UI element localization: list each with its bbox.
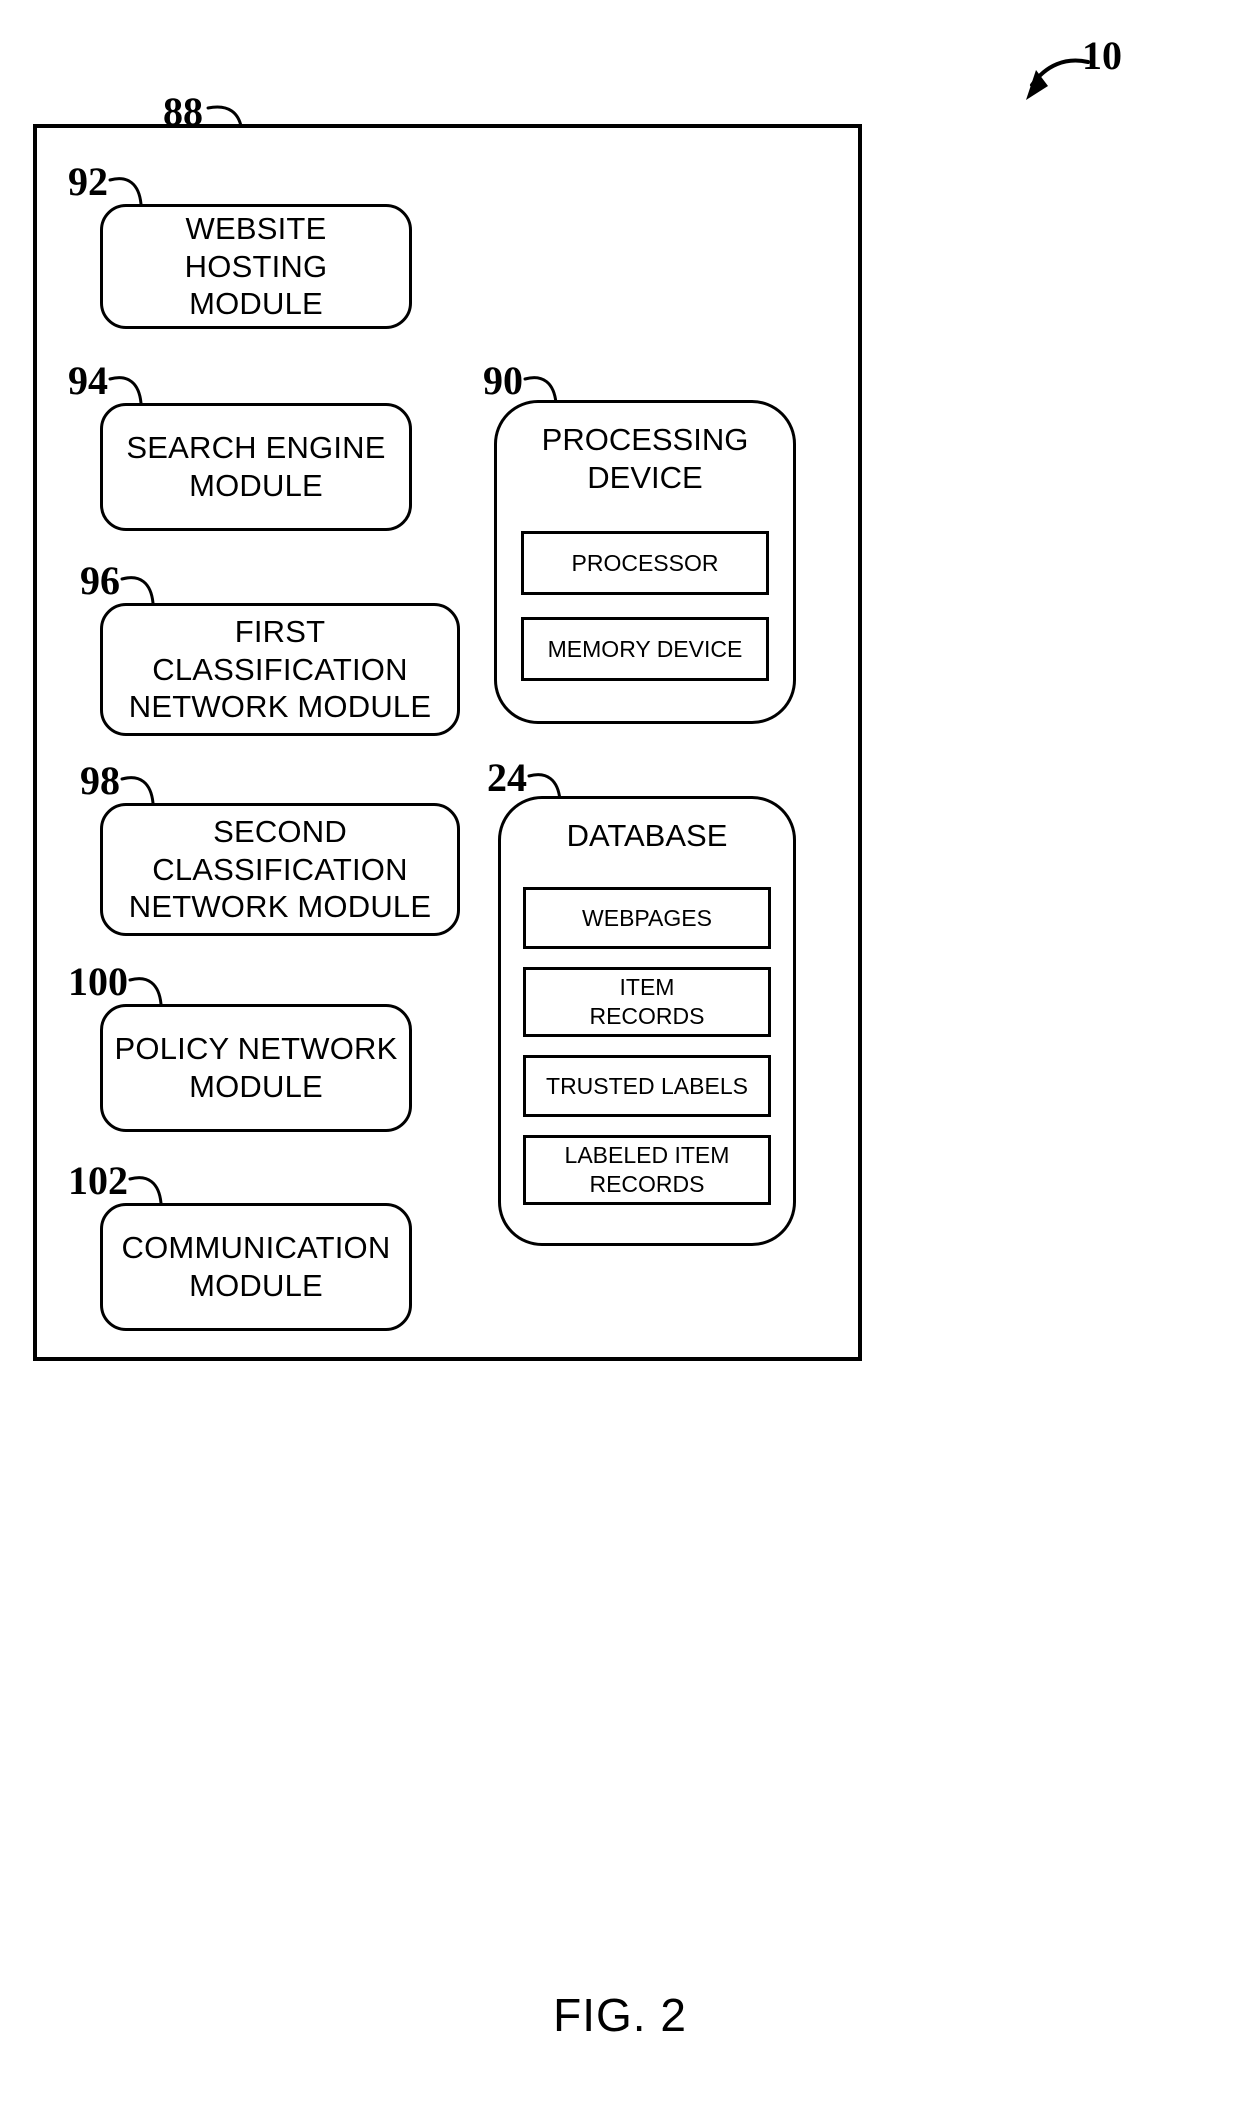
item-label: LABELED ITEM RECORDS [564, 1142, 730, 1197]
module-processing-device[interactable]: PROCESSING DEVICE PROCESSOR MEMORY DEVIC… [494, 400, 796, 724]
system-leader-arrow [960, 40, 1090, 110]
item-label: WEBPAGES [582, 904, 712, 931]
item-label: ITEM RECORDS [589, 974, 705, 1029]
database-title: DATABASE [566, 818, 728, 853]
processing-device-item-list: PROCESSOR MEMORY DEVICE [497, 531, 793, 681]
module-search-engine[interactable]: SEARCH ENGINE MODULE [100, 403, 412, 531]
module-label: POLICY NETWORK MODULE [114, 1031, 398, 1104]
reference-numeral-92: 92 [68, 159, 108, 204]
processing-device-title: PROCESSING DEVICE [541, 422, 749, 495]
module-second-classification-network[interactable]: SECOND CLASSIFICATION NETWORK MODULE [100, 803, 460, 936]
patent-figure-page: 10 88 92 WEBSITE HOSTING MODULE 94 SEARC… [0, 0, 1240, 2107]
figure-caption: FIG. 2 [553, 1989, 687, 2041]
module-label: COMMUNICATION MODULE [121, 1230, 391, 1303]
reference-numeral-system: 10 [1082, 33, 1122, 78]
module-communication[interactable]: COMMUNICATION MODULE [100, 1203, 412, 1331]
item-label: TRUSTED LABELS [546, 1072, 748, 1099]
reference-numeral-24: 24 [487, 755, 527, 800]
reference-numeral-100: 100 [68, 959, 128, 1004]
module-label: FIRST CLASSIFICATION NETWORK MODULE [128, 613, 432, 725]
processing-device-item-memory-device[interactable]: MEMORY DEVICE [521, 617, 769, 681]
database-item-trusted-labels[interactable]: TRUSTED LABELS [523, 1055, 771, 1117]
database-item-webpages[interactable]: WEBPAGES [523, 887, 771, 949]
reference-numeral-98: 98 [80, 758, 120, 803]
reference-numeral-94: 94 [68, 358, 108, 403]
reference-numeral-96: 96 [80, 558, 120, 603]
database-item-item-records[interactable]: ITEM RECORDS [523, 967, 771, 1037]
module-website-hosting[interactable]: WEBSITE HOSTING MODULE [100, 204, 412, 329]
module-policy-network[interactable]: POLICY NETWORK MODULE [100, 1004, 412, 1132]
item-label: MEMORY DEVICE [547, 635, 743, 662]
module-label: SECOND CLASSIFICATION NETWORK MODULE [128, 813, 432, 925]
processing-device-item-processor[interactable]: PROCESSOR [521, 531, 769, 595]
database-item-labeled-item-records[interactable]: LABELED ITEM RECORDS [523, 1135, 771, 1205]
module-label: SEARCH ENGINE MODULE [126, 430, 386, 503]
item-label: PROCESSOR [571, 549, 719, 576]
database-item-list: WEBPAGES ITEM RECORDS TRUSTED LABELS LAB… [501, 887, 793, 1205]
module-first-classification-network[interactable]: FIRST CLASSIFICATION NETWORK MODULE [100, 603, 460, 736]
module-database[interactable]: DATABASE WEBPAGES ITEM RECORDS TRUSTED L… [498, 796, 796, 1246]
module-label: WEBSITE HOSTING MODULE [184, 210, 328, 322]
reference-numeral-102: 102 [68, 1158, 128, 1203]
reference-numeral-90: 90 [483, 358, 523, 403]
